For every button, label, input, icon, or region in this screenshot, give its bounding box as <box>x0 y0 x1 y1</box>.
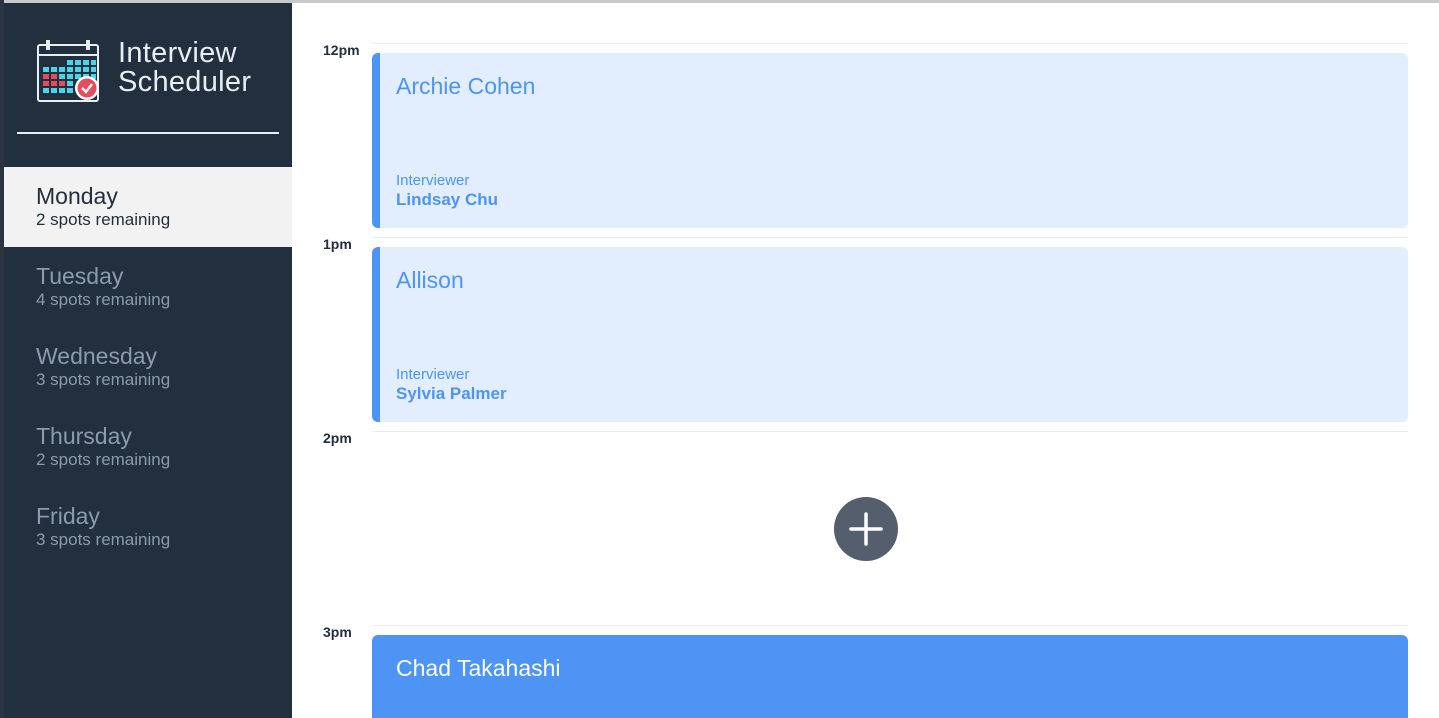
interviewer-label: Interviewer <box>396 366 470 383</box>
app-title-line-2: Scheduler <box>118 66 252 98</box>
slot-time: 1pm <box>323 236 352 252</box>
slot-time: 12pm <box>323 42 360 58</box>
slot-separator <box>372 43 1408 44</box>
app-title-line-1: Interview <box>118 37 237 69</box>
interviewer-name: Lindsay Chu <box>396 190 499 209</box>
interviewer-label: Interviewer <box>396 172 470 189</box>
interviewer-name: Sylvia Palmer <box>396 384 507 403</box>
student-name: Allison <box>396 267 464 293</box>
day-name: Wednesday <box>36 343 158 369</box>
day-spots: 3 spots remaining <box>36 370 171 389</box>
student-name: Archie Cohen <box>396 73 536 99</box>
brand: Interview Scheduler <box>36 39 286 103</box>
day-name: Tuesday <box>36 263 124 289</box>
day-name: Thursday <box>36 423 132 449</box>
day-name: Friday <box>36 503 100 529</box>
day-name: Monday <box>36 183 118 209</box>
day-spots: 2 spots remaining <box>36 210 171 229</box>
slot-time: 2pm <box>323 430 352 446</box>
day-spots: 3 spots remaining <box>36 530 171 549</box>
slot-separator <box>372 431 1408 432</box>
add-appointment-button[interactable] <box>834 497 898 561</box>
day-list: Monday 2 spots remaining Tuesday 4 spots… <box>4 167 292 567</box>
schedule: 12pm Archie Cohen Interviewer Lindsay Ch… <box>292 3 1439 718</box>
sidebar: Interview Scheduler Monday 2 spots remai… <box>4 3 292 718</box>
slot-separator <box>372 237 1408 238</box>
appointment-card[interactable]: Chad Takahashi <box>372 635 1408 718</box>
day-spots: 2 spots remaining <box>36 450 171 469</box>
plus-icon <box>849 512 883 546</box>
slot-time: 3pm <box>323 624 352 640</box>
slot-separator <box>372 625 1408 626</box>
day-item-wednesday[interactable]: Wednesday 3 spots remaining <box>4 327 292 407</box>
app-title: Interview Scheduler <box>118 39 251 97</box>
day-spots: 4 spots remaining <box>36 290 171 309</box>
sidebar-divider <box>17 132 279 134</box>
student-name: Chad Takahashi <box>396 655 561 681</box>
day-item-monday[interactable]: Monday 2 spots remaining <box>4 167 292 247</box>
calendar-check-icon <box>37 40 99 102</box>
day-item-friday[interactable]: Friday 3 spots remaining <box>4 487 292 567</box>
appointment-card[interactable]: Allison Interviewer Sylvia Palmer <box>372 247 1408 422</box>
day-item-tuesday[interactable]: Tuesday 4 spots remaining <box>4 247 292 327</box>
day-item-thursday[interactable]: Thursday 2 spots remaining <box>4 407 292 487</box>
appointment-card[interactable]: Archie Cohen Interviewer Lindsay Chu <box>372 53 1408 228</box>
